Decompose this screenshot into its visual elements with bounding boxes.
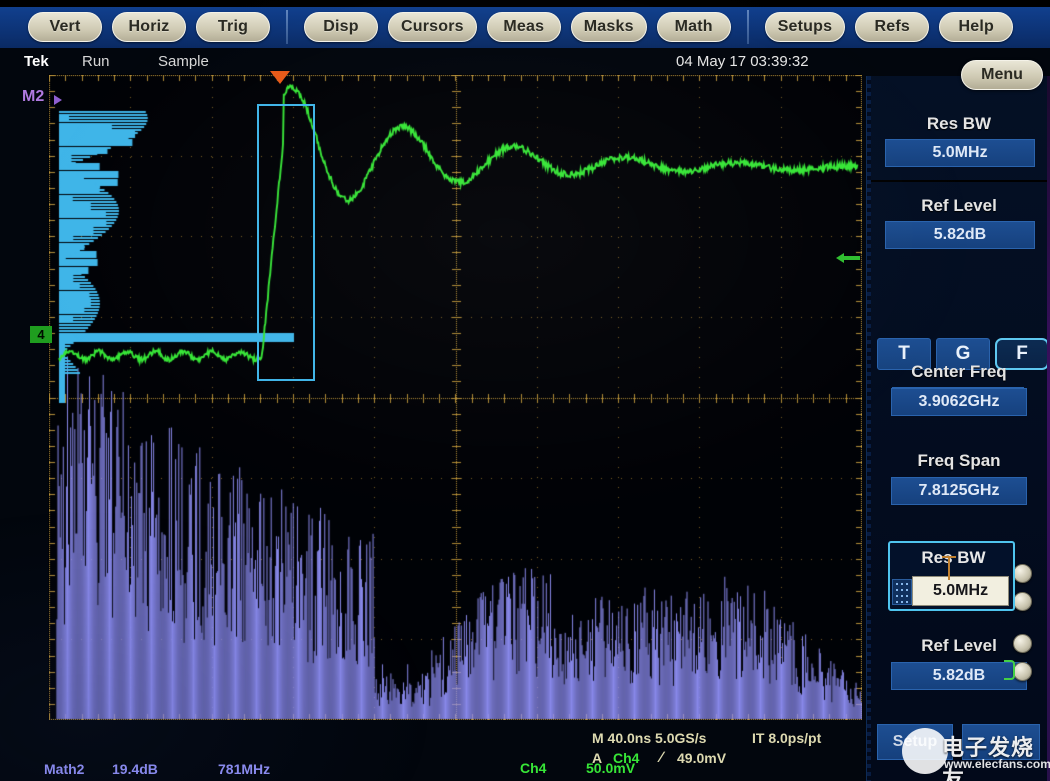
menu-divider-1: [286, 10, 288, 44]
text-cursor: [942, 556, 956, 580]
res-bw-edit-input[interactable]: 5.0MHz: [912, 576, 1009, 606]
sidebar-res-bw-value[interactable]: 5.0MHz: [885, 139, 1035, 167]
knob-b-upper[interactable]: [1013, 634, 1032, 653]
watermark-line-1: 电子发烧友: [942, 735, 1035, 781]
menu-button-help[interactable]: Help: [939, 12, 1014, 42]
graticule[interactable]: [48, 74, 862, 720]
readout-trigger-level[interactable]: 49.0mV: [677, 750, 726, 766]
brand-label: Tek: [24, 53, 49, 70]
menu-divider-2: [746, 10, 749, 44]
menu-button-refs[interactable]: Refs: [855, 12, 930, 42]
readout-math2-name[interactable]: Math2: [44, 761, 84, 777]
numeric-keypad-icon[interactable]: [892, 579, 912, 605]
sidebar-freq-span-label: Freq Span: [917, 451, 1001, 470]
sidebar-res-bw-label: Res BW: [926, 114, 992, 133]
menu-button-vert[interactable]: Vert: [28, 12, 102, 42]
readout-math2-scale[interactable]: 19.4dB: [112, 761, 158, 777]
trigger-position-marker[interactable]: [270, 71, 290, 84]
watermark-line-2: www.elecfans.com: [944, 757, 1050, 771]
readout-trigger-source[interactable]: Ch4: [613, 750, 639, 766]
menu-button-meas[interactable]: Meas: [486, 12, 561, 42]
readout-main-timebase[interactable]: M 40.0ns 5.0GS/s: [592, 730, 706, 746]
menu-button-setups[interactable]: Setups: [764, 12, 846, 42]
watermark: 电子发烧友 www.elecfans.com: [900, 725, 1050, 781]
menu-button-cursors[interactable]: Cursors: [388, 12, 477, 42]
zoom-region-box[interactable]: [257, 104, 315, 381]
readout-math2-freq[interactable]: 781MHz: [218, 761, 270, 777]
sidebar-ref-level-value[interactable]: 5.82dB: [885, 221, 1035, 249]
run-state-label[interactable]: Run: [82, 53, 110, 70]
res-bw-edit-group[interactable]: Res BW 5.0MHz: [888, 541, 1015, 611]
menu-button-disp[interactable]: Disp: [304, 12, 378, 42]
ch4-reference-badge[interactable]: 4: [30, 326, 52, 343]
menu-button-trig[interactable]: Trig: [196, 12, 270, 42]
acq-mode-label[interactable]: Sample: [158, 53, 209, 70]
menu-button-math[interactable]: Math: [656, 12, 731, 42]
trigger-level-arrow-icon[interactable]: [836, 252, 860, 264]
top-menu-bar: Vert Horiz Trig Disp Cursors Meas Masks …: [0, 6, 1050, 48]
math2-reference-label: M2: [22, 88, 45, 105]
readout-interpolation[interactable]: IT 8.0ps/pt: [752, 730, 821, 746]
scope-screen: Vert Horiz Trig Disp Cursors Meas Masks …: [0, 0, 1050, 781]
status-row: Tek Run Sample 04 May 17 03:39:32: [0, 52, 1050, 76]
menu-button-horiz[interactable]: Horiz: [112, 12, 186, 42]
sidebar-center-freq-value[interactable]: 3.9062GHz: [891, 388, 1027, 416]
sidebar-freq-span-value[interactable]: 7.8125GHz: [891, 477, 1027, 505]
readout-ch4-name[interactable]: Ch4: [520, 760, 546, 776]
knob-a-lower[interactable]: [1013, 592, 1032, 611]
sidebar-separator-1: [871, 180, 1049, 182]
bezel-top: [0, 0, 1050, 7]
readout-trigger-a: A: [592, 750, 603, 766]
sidebar-ref-level-label: Ref Level: [921, 196, 997, 215]
knob-b-lower[interactable]: [1013, 662, 1032, 681]
menu-button-masks[interactable]: Masks: [570, 12, 647, 42]
datetime-label: 04 May 17 03:39:32: [676, 53, 809, 70]
res-bw-edit-label: Res BW: [921, 548, 986, 567]
menu-button-toggle[interactable]: Menu: [961, 60, 1043, 90]
sidebar-center-freq-label: Center Freq: [911, 362, 1007, 381]
readout-trigger-slope-icon[interactable]: ∕: [660, 749, 663, 766]
knob-link-bracket-lower: [1004, 660, 1015, 680]
math2-reference-arrow-icon[interactable]: [54, 95, 62, 105]
waveform-canvas[interactable]: [49, 75, 862, 720]
